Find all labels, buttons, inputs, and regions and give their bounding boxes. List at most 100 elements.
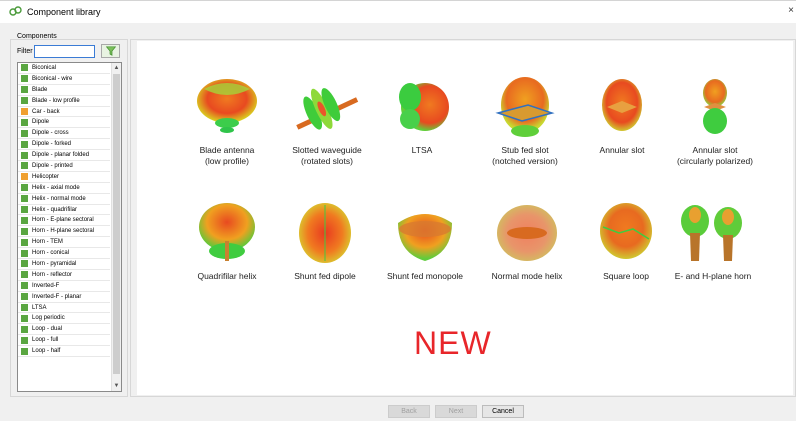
list-item[interactable]: Blade (18, 85, 110, 96)
list-item-label: Helix - quadrifilar (32, 206, 78, 213)
component-type-icon (21, 347, 28, 355)
list-item[interactable]: Horn - H-plane sectoral (18, 226, 110, 238)
component-type-icon (21, 314, 28, 322)
component-type-icon (21, 108, 28, 115)
tile-label: Annular slot (circularly polarized) (676, 145, 754, 166)
list-item[interactable]: Inverted-F - planar (18, 292, 110, 303)
tile-slotted-waveguide[interactable]: Slotted waveguide (rotated slots) (280, 73, 374, 167)
list-item-label: LTSA (32, 304, 47, 311)
tile-square-loop[interactable]: Square loop (579, 199, 673, 282)
tile-horn[interactable]: E- and H-plane horn (666, 199, 760, 282)
tile-annular-slot[interactable]: Annular slot (575, 73, 669, 156)
list-item-label: Dipole - cross (32, 130, 69, 137)
list-item-label: Horn - TEM (32, 239, 63, 246)
list-item[interactable]: Inverted-F (18, 281, 110, 292)
funnel-icon (105, 46, 116, 56)
filter-button[interactable] (101, 44, 120, 58)
normal-mode-helix-pattern-icon (497, 205, 557, 261)
component-type-icon (21, 304, 28, 312)
list-item[interactable]: Helix - axial mode (18, 183, 110, 194)
filter-label: Filter (17, 48, 33, 55)
list-item[interactable]: Dipole - forked (18, 139, 110, 151)
list-item-label: Biconical - wire (32, 75, 73, 82)
list-item-label: Dipole (32, 119, 50, 126)
list-item[interactable]: Biconical (18, 63, 110, 74)
list-item-label: Horn - H-plane sectoral (32, 228, 95, 235)
scroll-thumb[interactable] (113, 74, 120, 374)
component-type-icon (21, 184, 28, 192)
component-type-icon (21, 118, 28, 126)
tile-label: Slotted waveguide (rotated slots) (292, 145, 362, 166)
list-item[interactable]: Loop - full (18, 335, 110, 347)
tile-label: Stub fed slot (notched version) (492, 145, 558, 166)
component-type-icon (21, 129, 28, 137)
tile-annular-slot-cp[interactable]: Annular slot (circularly polarized) (668, 73, 762, 167)
component-type-icon (21, 97, 28, 105)
component-type-icon (21, 173, 28, 181)
component-type-icon (21, 336, 28, 344)
tile-shunt-fed-monopole[interactable]: Shunt fed monopole (378, 199, 472, 282)
annular-slot-pattern-icon (602, 79, 642, 131)
list-item[interactable]: Blade - low profile (18, 96, 110, 107)
component-type-icon (21, 260, 28, 268)
list-item[interactable]: LTSA (18, 303, 110, 314)
list-item-label: Horn - pyramidal (32, 260, 77, 267)
component-type-icon (21, 325, 28, 333)
list-item-label: Horn - E-plane sectoral (32, 217, 94, 224)
list-item[interactable]: Car - back (18, 107, 110, 118)
component-type-icon (21, 293, 28, 301)
list-item-label: Dipole - planar folded (32, 152, 90, 159)
list-item[interactable]: Horn - E-plane sectoral (18, 215, 110, 227)
list-item[interactable]: Biconical - wire (18, 74, 110, 85)
list-item[interactable]: Dipole (18, 117, 110, 129)
list-item[interactable]: Horn - conical (18, 248, 110, 260)
component-type-icon (21, 249, 28, 257)
next-button[interactable]: Next (435, 405, 477, 418)
list-item[interactable]: Horn - pyramidal (18, 259, 110, 270)
component-type-icon (21, 64, 28, 72)
component-type-icon (21, 75, 28, 83)
tile-stub-fed-slot[interactable]: Stub fed slot (notched version) (478, 73, 572, 167)
list-item[interactable]: Loop - dual (18, 324, 110, 336)
list-scrollbar[interactable]: ▲ ▼ (111, 63, 121, 391)
title-bar: Component library × (0, 1, 796, 23)
components-list[interactable]: Biconical Biconical - wire Blade Blade - lo… (17, 62, 122, 392)
list-item[interactable]: Helix - normal mode (18, 194, 110, 205)
scroll-up-icon[interactable]: ▲ (112, 63, 121, 73)
back-button[interactable]: Back (388, 405, 430, 418)
list-item-label: Horn - conical (32, 250, 70, 257)
list-item[interactable]: Dipole - printed (18, 161, 110, 172)
stub-fed-slot-pattern-icon (495, 77, 555, 137)
slotted-waveguide-pattern-icon (296, 88, 359, 130)
new-badge: NEW (414, 325, 492, 361)
filter-input[interactable] (34, 45, 95, 58)
annular-slot-cp-pattern-icon (703, 79, 727, 134)
tile-blade-antenna[interactable]: Blade antenna (low profile) (180, 73, 274, 167)
horn-pattern-icon (681, 205, 742, 261)
tile-quadrifilar-helix[interactable]: Quadrifilar helix (180, 199, 274, 282)
list-item-label: Dipole - forked (32, 141, 72, 148)
list-item[interactable]: Horn - reflector (18, 270, 110, 281)
list-item-label: Blade - low profile (32, 97, 80, 104)
list-item-label: Helicopter (32, 173, 60, 180)
list-item[interactable]: Log periodic (18, 313, 110, 325)
component-type-icon (21, 216, 28, 224)
component-type-icon (21, 227, 28, 235)
tile-normal-mode-helix[interactable]: Normal mode helix (480, 199, 574, 282)
component-library-window: Component library × Components Filter Bi… (0, 0, 796, 421)
tile-shunt-fed-dipole[interactable]: Shunt fed dipole (278, 199, 372, 282)
tile-ltsa[interactable]: LTSA (375, 73, 469, 156)
shunt-fed-dipole-pattern-icon (299, 203, 351, 263)
list-item-label: Horn - reflector (32, 271, 73, 278)
list-item[interactable]: Dipole - cross (18, 128, 110, 140)
list-item[interactable]: Dipole - planar folded (18, 150, 110, 162)
list-item[interactable]: Loop - half (18, 346, 110, 358)
close-icon[interactable]: × (788, 5, 794, 16)
scroll-down-icon[interactable]: ▼ (112, 381, 121, 391)
list-item-label: Biconical (32, 64, 57, 71)
list-item[interactable]: Helix - quadrifilar (18, 205, 110, 216)
list-item[interactable]: Horn - TEM (18, 237, 110, 249)
list-item[interactable]: Helicopter (18, 172, 110, 183)
tile-label: Shunt fed monopole (386, 271, 464, 281)
cancel-button[interactable]: Cancel (482, 405, 524, 418)
